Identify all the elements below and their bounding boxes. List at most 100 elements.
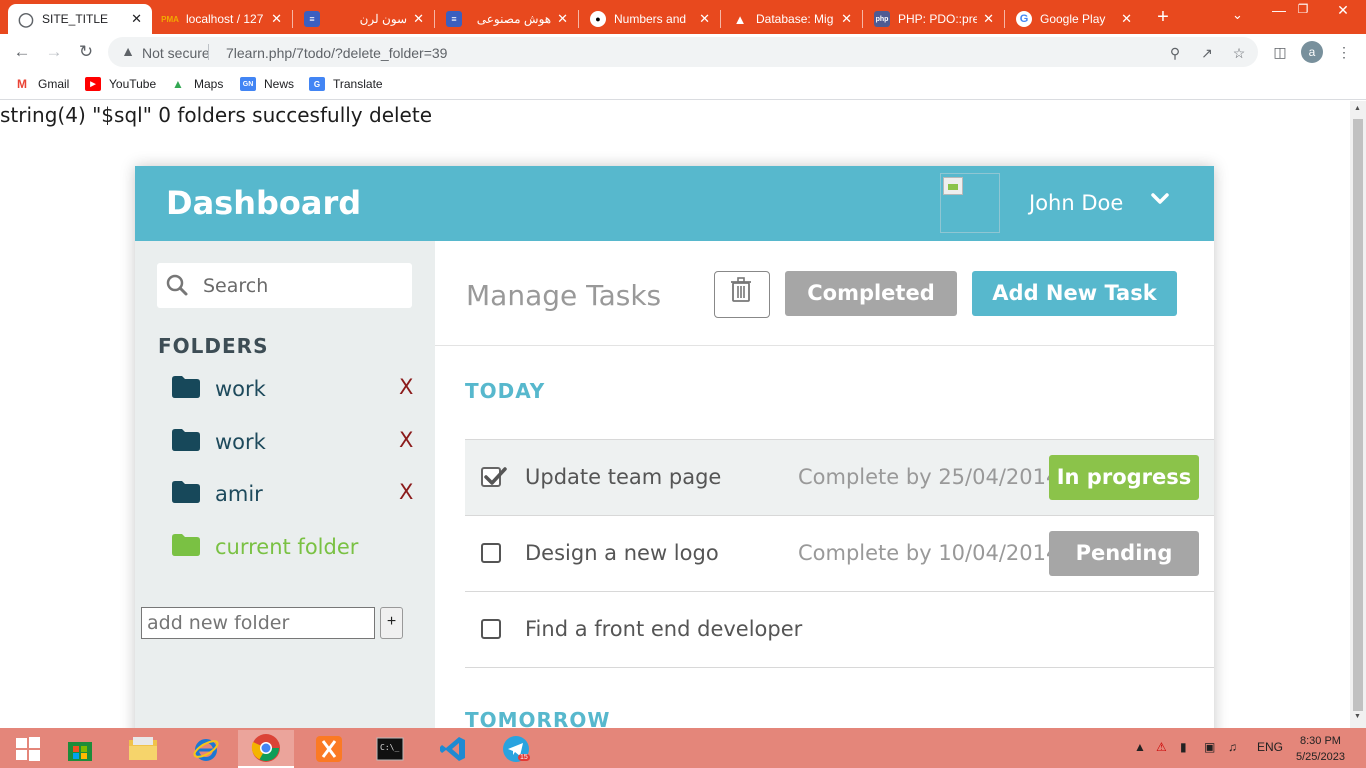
folder-item[interactable]: amir X <box>172 477 417 513</box>
tab-7learn-2[interactable]: ≡ هوش مصنوعی ✕ <box>436 4 578 34</box>
terminal-icon[interactable]: C:\_ <box>362 730 418 768</box>
task-row[interactable]: Update team page Complete by 25/04/2014 … <box>465 439 1214 515</box>
tab-site-title[interactable]: ◯ SITE_TITLE ✕ <box>8 4 152 34</box>
search-input[interactable] <box>203 273 403 299</box>
divider <box>435 345 1214 346</box>
folder-name[interactable]: work <box>215 430 266 454</box>
vscode-icon[interactable] <box>425 730 481 768</box>
new-tab-icon[interactable]: + <box>1152 6 1174 28</box>
tab-google-play[interactable]: G Google Play ✕ <box>1006 4 1142 34</box>
add-new-task-button[interactable]: Add New Task <box>972 271 1177 316</box>
signal-icon[interactable]: ▣ <box>1204 740 1215 754</box>
sevenlearn-icon: ≡ <box>304 11 320 27</box>
tab-separator <box>1004 10 1005 28</box>
window-close-icon[interactable]: ✕ <box>1320 2 1366 19</box>
user-name[interactable]: John Doe <box>1029 191 1123 215</box>
task-checkbox[interactable] <box>481 467 507 487</box>
internet-explorer-icon[interactable] <box>178 730 234 768</box>
bookmark-news[interactable]: GN News <box>240 77 294 91</box>
reload-icon[interactable]: ↻ <box>76 42 96 62</box>
close-icon[interactable]: ✕ <box>699 11 710 27</box>
bookmark-youtube[interactable]: ▶ YouTube <box>85 77 156 91</box>
close-icon[interactable]: ✕ <box>983 11 994 27</box>
close-icon[interactable]: ✕ <box>271 11 282 27</box>
network-off-icon[interactable]: ⚠ <box>1156 740 1167 754</box>
tab-search-chevron-icon[interactable]: ⌄ <box>1232 7 1243 23</box>
chevron-down-icon[interactable] <box>1149 188 1171 210</box>
chrome-icon[interactable] <box>238 730 294 768</box>
sevenlearn-icon: ≡ <box>446 11 462 27</box>
folder-item-current[interactable]: current folder <box>172 530 417 566</box>
close-icon[interactable]: ✕ <box>1121 11 1132 27</box>
store-icon[interactable] <box>52 730 108 768</box>
forward-icon[interactable]: → <box>44 42 64 62</box>
broken-image-icon <box>943 177 963 195</box>
scroll-up-icon[interactable]: ▲ <box>1354 105 1361 112</box>
task-checkbox[interactable] <box>481 543 501 563</box>
back-icon[interactable]: ← <box>12 42 32 62</box>
share-icon[interactable]: ↗ <box>1198 44 1216 62</box>
php-icon: php <box>874 11 890 27</box>
url-text[interactable]: 7learn.php/7todo/?delete_folder=39 <box>226 45 447 61</box>
close-icon[interactable]: ✕ <box>413 11 424 27</box>
tab-numbers[interactable]: ● Numbers and ✕ <box>580 4 720 34</box>
page-scrollbar[interactable]: ▲ ▼ <box>1350 101 1366 728</box>
browser-menu-icon[interactable]: ⋮ <box>1334 42 1354 62</box>
tab-php[interactable]: php PHP: PDO::pre ✕ <box>864 4 1004 34</box>
folder-name[interactable]: current folder <box>215 535 358 559</box>
close-icon[interactable]: ✕ <box>557 11 568 27</box>
xampp-icon[interactable] <box>301 730 357 768</box>
close-icon[interactable]: ✕ <box>131 11 142 27</box>
status-badge[interactable]: Pending <box>1049 531 1199 576</box>
delete-tasks-button[interactable] <box>714 271 770 318</box>
tab-7learn-1[interactable]: ≡ سون لرن ✕ <box>294 4 434 34</box>
folder-name[interactable]: work <box>215 377 266 401</box>
tab-localhost[interactable]: PMA localhost / 127 ✕ <box>152 4 292 34</box>
dashboard-app: Dashboard John Doe FOLDERS work X <box>135 166 1214 728</box>
trash-icon <box>731 277 751 302</box>
side-panel-icon[interactable]: ◫ <box>1270 42 1290 62</box>
telegram-badge: 15 <box>518 754 530 761</box>
battery-icon[interactable]: ▮ <box>1180 740 1187 754</box>
youtube-icon: ▶ <box>85 77 101 91</box>
windows-start-icon[interactable] <box>0 730 56 768</box>
bookmark-maps[interactable]: ▲ Maps <box>170 77 223 91</box>
not-secure-label[interactable]: Not secure <box>142 45 210 61</box>
folder-item[interactable]: work X <box>172 372 417 408</box>
search-box[interactable] <box>157 263 412 308</box>
folder-name[interactable]: amir <box>215 482 263 506</box>
tab-database[interactable]: ▲ Database: Mig ✕ <box>722 4 862 34</box>
profile-avatar[interactable]: a <box>1301 41 1323 63</box>
task-checkbox[interactable] <box>481 619 501 639</box>
bookmark-gmail[interactable]: M Gmail <box>14 77 69 91</box>
delete-folder-button[interactable]: X <box>399 428 413 452</box>
show-hidden-icons[interactable]: ▲ <box>1134 740 1146 754</box>
app-header: Dashboard John Doe <box>135 166 1214 241</box>
avatar[interactable] <box>940 173 1000 233</box>
status-badge[interactable]: In progress <box>1049 455 1199 500</box>
delete-folder-button[interactable]: X <box>399 375 413 399</box>
telegram-icon[interactable]: 15 <box>488 730 544 768</box>
folder-item[interactable]: work X <box>172 425 417 461</box>
file-explorer-icon[interactable] <box>115 730 171 768</box>
clock-date: 5/25/2023 <box>1296 751 1345 763</box>
bookmark-star-icon[interactable]: ☆ <box>1230 44 1248 62</box>
delete-folder-button[interactable]: X <box>399 480 413 504</box>
completed-button[interactable]: Completed <box>785 271 957 316</box>
scroll-down-icon[interactable]: ▼ <box>1354 713 1361 720</box>
scroll-thumb[interactable] <box>1353 119 1363 711</box>
add-folder-button[interactable]: + <box>380 607 403 639</box>
bookmarks-bar: M Gmail ▶ YouTube ▲ Maps GN News G Trans… <box>0 70 1366 100</box>
language-indicator[interactable]: ENG <box>1257 740 1283 754</box>
zoom-icon[interactable]: ⚲ <box>1166 44 1184 62</box>
bookmark-translate[interactable]: G Translate <box>309 77 383 91</box>
address-bar[interactable]: ▲ Not secure 7learn.php/7todo/?delete_fo… <box>108 37 1258 67</box>
clock[interactable]: 8:30 PM 5/25/2023 <box>1296 733 1345 765</box>
volume-icon[interactable]: ♫ <box>1228 740 1237 754</box>
task-row[interactable]: Design a new logo Complete by 10/04/2014… <box>465 515 1214 591</box>
new-folder-input[interactable] <box>141 607 375 639</box>
warning-icon[interactable]: ▲ <box>120 43 136 59</box>
globe-icon: ◯ <box>18 10 34 27</box>
task-row[interactable]: Find a front end developer <box>465 591 1214 667</box>
close-icon[interactable]: ✕ <box>841 11 852 27</box>
